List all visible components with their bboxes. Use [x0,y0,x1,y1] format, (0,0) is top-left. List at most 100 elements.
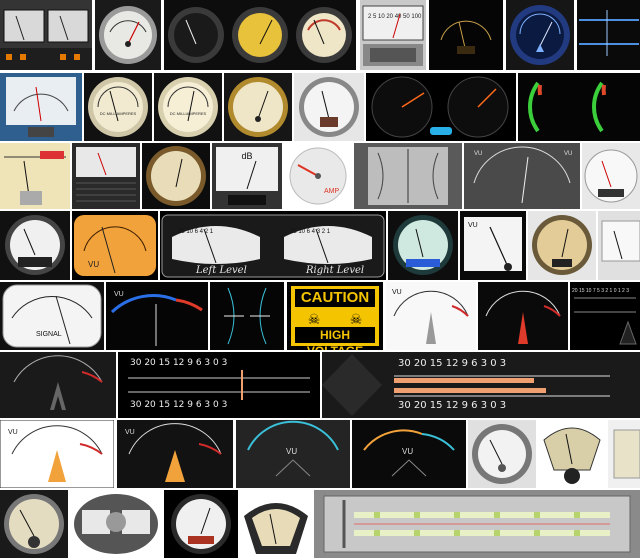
tile-dark-triangle-meter[interactable] [0,352,116,418]
tile-brass-round-meter[interactable] [142,143,210,209]
tile-vintage-round-meter[interactable] [0,490,68,558]
tile-speedometer-pair[interactable] [366,73,516,141]
blue-red-vu-meter-image: VU [106,282,208,350]
dark-triangle-meter-image [0,352,116,418]
green-arc-meters-image [518,73,640,141]
tile-tan-round-meter[interactable] [528,211,596,280]
db-label: dB [241,151,252,161]
gold-ring-meter-image [224,73,292,141]
tile-cyan-vertical-meter[interactable] [210,282,284,350]
tile-left-right-level-meters[interactable]: 15 10 6 4 2 1 15 10 6 4 3 2 1 Left Level… [160,211,386,280]
cyan-vertical-meter-image [210,282,284,350]
row-3: dB AMP VU VU [0,143,640,209]
three-round-meters-image [164,0,356,70]
tile-metal-vertical-meter[interactable] [354,143,462,209]
tile-three-round-meters[interactable] [164,0,356,70]
tile-white-box-meter[interactable]: 2 5 10 20 40 50 100 [360,0,426,70]
tile-dark-round-meter[interactable] [0,211,70,280]
tile-wide-vu-meter[interactable]: VU VU [464,143,580,209]
dual-window-meter-image [70,490,162,558]
tile-white-vu-meter[interactable]: VU [386,282,476,350]
tile-amber-vu-meter[interactable]: VU [72,211,158,280]
blue-red-vu-label: VU [114,291,124,298]
tile-caution-sign[interactable]: CAUTION ☠ ☠ HIGH VOLTAGE [287,282,383,350]
tile-wide-horizontal-level-meter[interactable] [314,490,640,558]
row-2: DC MILLIAMPERES DC MILLIAMPERES [0,73,640,141]
dark-orange-vu-label: VU [125,429,135,436]
row-1: 2 5 10 20 40 50 100 [0,0,640,70]
white-orange-triangle-meter-image: VU [0,420,114,488]
skull-icon-left: ☠ [307,311,321,327]
tile-green-arc-meters[interactable] [518,73,640,141]
teal-round-meter-image [388,211,458,280]
vu-square-meter-image: VU [460,211,526,280]
tile-black-round-meter[interactable] [164,490,238,558]
tile-round-chrome-meter[interactable] [95,0,161,70]
right-level-caption: Right Level [306,265,365,276]
orange-cyan-vu-label: VU [402,447,413,456]
vu-meter-image-grid: 2 5 10 20 40 50 100 DC MILLIAMPERES DC M… [0,0,640,558]
wide-horizontal-level-meter-image [314,490,640,558]
tile-black-arc-meter[interactable] [429,0,503,70]
tile-linear-bar-meter[interactable]: 30 20 15 12 9 6 3 0 3 30 20 15 12 9 6 3 … [118,352,320,418]
tile-db-meter[interactable]: dB [212,143,282,209]
tile-cyan-vu-meter[interactable]: VU [236,420,350,488]
high-voltage-text: HIGH VOLTAGE [295,327,375,350]
tile-dual-panel-meters[interactable] [0,0,92,70]
tile-silver-round-meter[interactable] [294,73,364,141]
tile-partial-meter-edge[interactable] [608,420,640,488]
cyan-vu-label: VU [286,447,297,456]
tile-partial-white-meter[interactable] [598,211,640,280]
tile-fan-meter[interactable] [240,490,312,558]
tile-large-linear-bar-meter[interactable]: 30 20 15 12 9 6 3 0 3 30 20 15 12 9 6 3 … [322,352,640,418]
wide-vu-meter-image: VU VU [464,143,580,209]
tan-round-meter-image [528,211,596,280]
antique-meter-image [538,420,606,488]
white-box-meter-image: 2 5 10 20 40 50 100 [360,0,426,70]
caution-heading: CAUTION [295,289,375,307]
tile-steel-round-meter[interactable] [468,420,536,488]
tile-antique-meter[interactable] [538,420,606,488]
cream-sound-meter-image [0,143,70,209]
dc-milliamperes-meter-2-image: DC MILLIAMPERES [154,73,222,141]
tile-bar-scale-meter[interactable]: 20 15 10 7 5 3 2 1 0 1 2 3 [570,282,640,350]
large-bar-scale-top: 30 20 15 12 9 6 3 0 3 [398,358,507,369]
tile-teal-round-meter[interactable] [388,211,458,280]
caution-sign: CAUTION ☠ ☠ HIGH VOLTAGE [289,284,381,350]
dc-milliamperes-meter-image: DC MILLIAMPERES [84,73,152,141]
tile-blue-red-vu-meter[interactable]: VU [106,282,208,350]
tile-dc-milliamperes-meter-2[interactable]: DC MILLIAMPERES [154,73,222,141]
vu-square-label: VU [468,222,478,229]
silver-round-meter-image [294,73,364,141]
tile-blue-glow-meter[interactable] [506,0,574,70]
tile-dark-orange-triangle-meter[interactable]: VU [117,420,233,488]
bar-scale-text: 20 15 10 7 5 3 2 1 0 1 2 3 [572,288,629,294]
tile-signal-meter[interactable]: SIGNAL [0,282,104,350]
tile-gold-ring-meter[interactable] [224,73,292,141]
white-vu-meter-image: VU [386,282,476,350]
tile-dark-vu-meter[interactable] [478,282,568,350]
tile-vu-square-meter[interactable]: VU [460,211,526,280]
partial-meter-edge-image [608,420,640,488]
dark-orange-triangle-meter-image: VU [117,420,233,488]
skull-icon-right: ☠ [349,311,363,327]
tile-dc-milliamperes-meter[interactable]: DC MILLIAMPERES [84,73,152,141]
metal-vertical-meter-image [354,143,462,209]
row-8 [0,490,640,558]
tile-amp-gauge[interactable]: AMP [284,143,352,209]
blue-frame-meter-image [0,73,82,141]
brass-round-meter-image [142,143,210,209]
amp-gauge-image: AMP [284,143,352,209]
linear-blue-meter-image [577,0,640,70]
wide-vu-label-right: VU [564,151,572,157]
tile-linear-blue-meter[interactable] [577,0,640,70]
dual-panel-meters-image [0,0,92,70]
tile-dual-window-meter[interactable] [70,490,162,558]
tile-blue-frame-meter[interactable] [0,73,82,141]
tile-grille-meter[interactable] [72,143,140,209]
tile-cream-sound-meter[interactable] [0,143,70,209]
tile-orange-cyan-vu-meter[interactable]: VU [352,420,466,488]
tile-white-orange-triangle-meter[interactable]: VU [0,420,114,488]
tile-white-round-meter[interactable] [582,143,640,209]
row-5: SIGNAL VU CAUTION ☠ ☠ HIGH VU 20 15 10 7… [0,282,640,350]
